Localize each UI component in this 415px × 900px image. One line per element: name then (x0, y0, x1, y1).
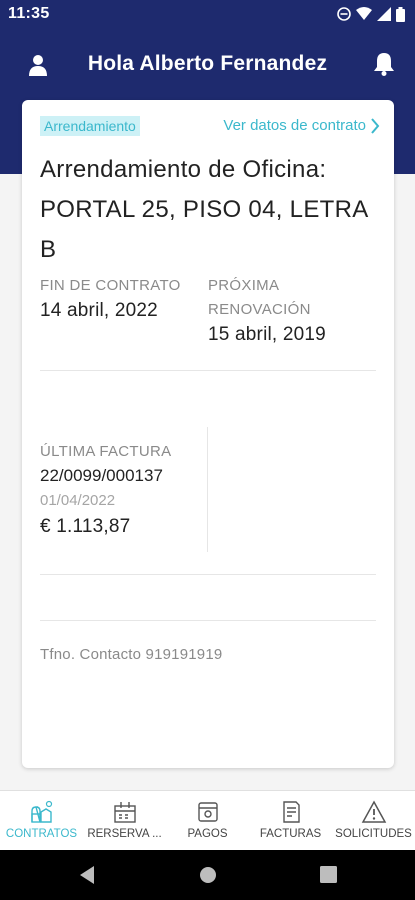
nav-item-contracts[interactable]: CONTRATOS (0, 791, 83, 850)
renewal-value: 15 abril, 2019 (208, 324, 326, 345)
renewal-label-line2: RENOVACIÓN (208, 301, 311, 318)
invoices-icon (282, 801, 300, 823)
view-contract-link[interactable]: Ver datos de contrato (223, 117, 380, 134)
nav-label: FACTURAS (259, 828, 322, 840)
contracts-icon (30, 800, 52, 823)
last-invoice-amount: € 1.113,87 (40, 516, 131, 537)
nav-label: PAGOS (187, 828, 228, 840)
greeting-title: Hola Alberto Fernandez (87, 52, 328, 75)
divider (40, 620, 376, 621)
recents-icon[interactable] (320, 866, 337, 883)
view-contract-label: Ver datos de contrato (223, 117, 366, 134)
vertical-divider (207, 427, 208, 552)
divider (40, 370, 376, 371)
nav-label: CONTRATOS (5, 828, 78, 840)
contract-title: Arrendamiento de Oficina: PORTAL 25, PIS… (40, 156, 368, 263)
signal-icon (377, 7, 391, 21)
bell-icon[interactable] (373, 52, 395, 76)
renewal-label-line1: PRÓXIMA (208, 277, 280, 294)
bottom-navigation: CONTRATOS RERSERVA ... PAGOS FACTURAS SO… (0, 790, 415, 850)
status-bar: 11:35 (0, 0, 415, 28)
battery-icon (396, 6, 405, 22)
home-icon[interactable] (199, 866, 217, 884)
status-time: 11:35 (8, 5, 50, 22)
last-invoice-number: 22/0099/000137 (40, 466, 163, 485)
end-contract-label: FIN DE CONTRATO (40, 277, 181, 294)
requests-icon (361, 800, 386, 823)
contact-phone: Tfno. Contacto 919191919 (40, 646, 223, 663)
divider (40, 574, 376, 575)
back-icon[interactable] (78, 865, 96, 885)
contract-type-badge: Arrendamiento (40, 116, 140, 136)
payments-icon (197, 802, 218, 822)
chevron-right-icon (371, 117, 380, 134)
last-invoice-label: ÚLTIMA FACTURA (40, 443, 172, 460)
contract-card: Arrendamiento Ver datos de contrato Arre… (22, 100, 394, 768)
nav-label: SOLICITUDES (335, 828, 412, 840)
do-not-disturb-icon (337, 7, 351, 21)
nav-item-reservation[interactable]: RERSERVA ... (83, 791, 166, 850)
nav-item-payments[interactable]: PAGOS (166, 791, 249, 850)
reservation-icon (113, 802, 136, 823)
system-navigation-bar (0, 850, 415, 900)
nav-label: RERSERVA ... (87, 828, 162, 840)
status-icons (337, 6, 405, 22)
wifi-icon (356, 7, 372, 20)
last-invoice-date: 01/04/2022 (40, 492, 116, 509)
nav-item-requests[interactable]: SOLICITUDES (332, 791, 415, 850)
nav-item-invoices[interactable]: FACTURAS (249, 791, 332, 850)
end-contract-value: 14 abril, 2022 (40, 300, 158, 321)
